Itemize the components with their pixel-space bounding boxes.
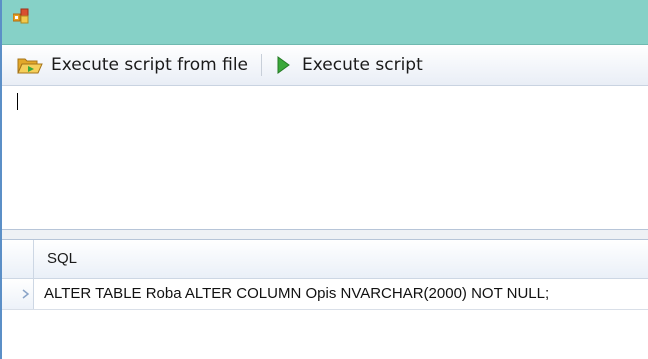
row-selector[interactable] <box>2 279 34 309</box>
text-caret <box>17 93 18 110</box>
play-icon <box>276 56 290 74</box>
app-window-icon <box>12 8 31 24</box>
toolbar-separator <box>261 54 262 76</box>
execute-script-from-file-label: Execute script from file <box>51 55 249 75</box>
execute-script-label: Execute script <box>302 55 423 75</box>
panel-splitter[interactable] <box>2 229 648 240</box>
results-grid: SQL ALTER TABLE Roba ALTER COLUMN Opis N… <box>2 240 648 359</box>
script-window: Execute script from file Execute script … <box>0 0 648 359</box>
folder-open-icon <box>17 55 43 75</box>
grid-header: SQL <box>2 240 648 279</box>
table-row[interactable]: ALTER TABLE Roba ALTER COLUMN Opis NVARC… <box>2 279 648 310</box>
execute-script-button[interactable]: Execute script <box>276 51 423 79</box>
toolbar: Execute script from file Execute script <box>2 45 648 86</box>
column-header-sql[interactable]: SQL <box>47 250 77 267</box>
row-header-corner <box>2 240 34 278</box>
title-bar <box>2 0 648 45</box>
script-editor[interactable] <box>2 86 648 229</box>
sql-cell[interactable]: ALTER TABLE Roba ALTER COLUMN Opis NVARC… <box>44 285 549 302</box>
execute-script-from-file-button[interactable]: Execute script from file <box>17 51 248 79</box>
